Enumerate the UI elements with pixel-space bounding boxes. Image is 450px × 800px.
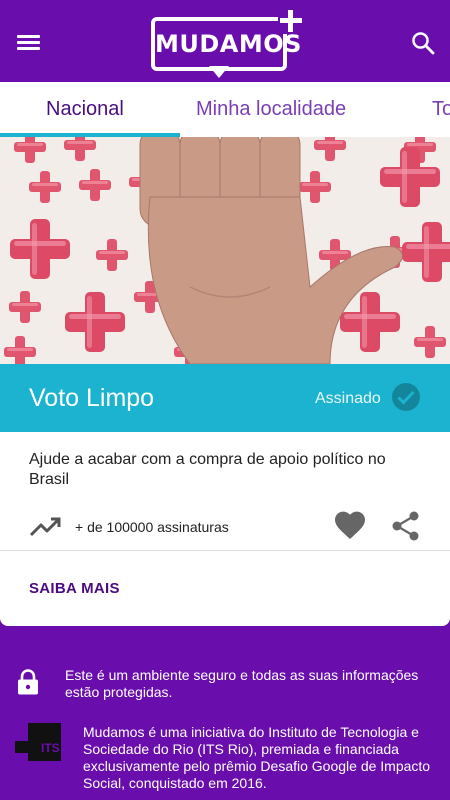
logo-text: MUDAMOS bbox=[155, 30, 302, 58]
signature-count: + de 100000 assinaturas bbox=[75, 519, 229, 535]
petition-hero-image bbox=[0, 137, 450, 364]
trending-up-icon bbox=[29, 517, 61, 537]
petition-card[interactable]: Voto Limpo Assinado Ajude a acabar com a… bbox=[0, 137, 450, 626]
card-divider bbox=[0, 550, 450, 551]
tab-todos[interactable]: To bbox=[432, 98, 450, 121]
about-text: Mudamos é uma iniciativa do Instituto de… bbox=[83, 724, 431, 791]
tab-bar: Nacional Minha localidade To bbox=[0, 82, 450, 137]
petition-description: Ajude a acabar com a compra de apoio pol… bbox=[29, 451, 386, 488]
heart-icon[interactable] bbox=[334, 511, 366, 541]
check-circle-icon bbox=[392, 383, 420, 411]
mudamos-logo: MUDAMOS bbox=[151, 8, 304, 80]
svg-text:ITS: ITS bbox=[41, 741, 60, 755]
tab-nacional[interactable]: Nacional bbox=[46, 98, 124, 121]
signed-status: Assinado bbox=[315, 390, 381, 407]
lock-icon bbox=[18, 669, 38, 695]
search-icon[interactable] bbox=[410, 30, 436, 56]
petition-title: Voto Limpo bbox=[29, 384, 155, 412]
share-icon[interactable] bbox=[392, 511, 420, 541]
security-notice: Este é um ambiente seguro e todas as sua… bbox=[65, 667, 419, 700]
logo-plus-icon bbox=[278, 8, 304, 34]
petition-banner: Voto Limpo Assinado bbox=[0, 364, 450, 432]
app-bar: MUDAMOS bbox=[0, 0, 450, 82]
menu-icon[interactable] bbox=[14, 28, 44, 58]
saiba-mais-button[interactable]: SAIBA MAIS bbox=[29, 580, 120, 597]
tab-minha-localidade[interactable]: Minha localidade bbox=[196, 98, 346, 121]
its-logo: ITS bbox=[15, 723, 61, 761]
